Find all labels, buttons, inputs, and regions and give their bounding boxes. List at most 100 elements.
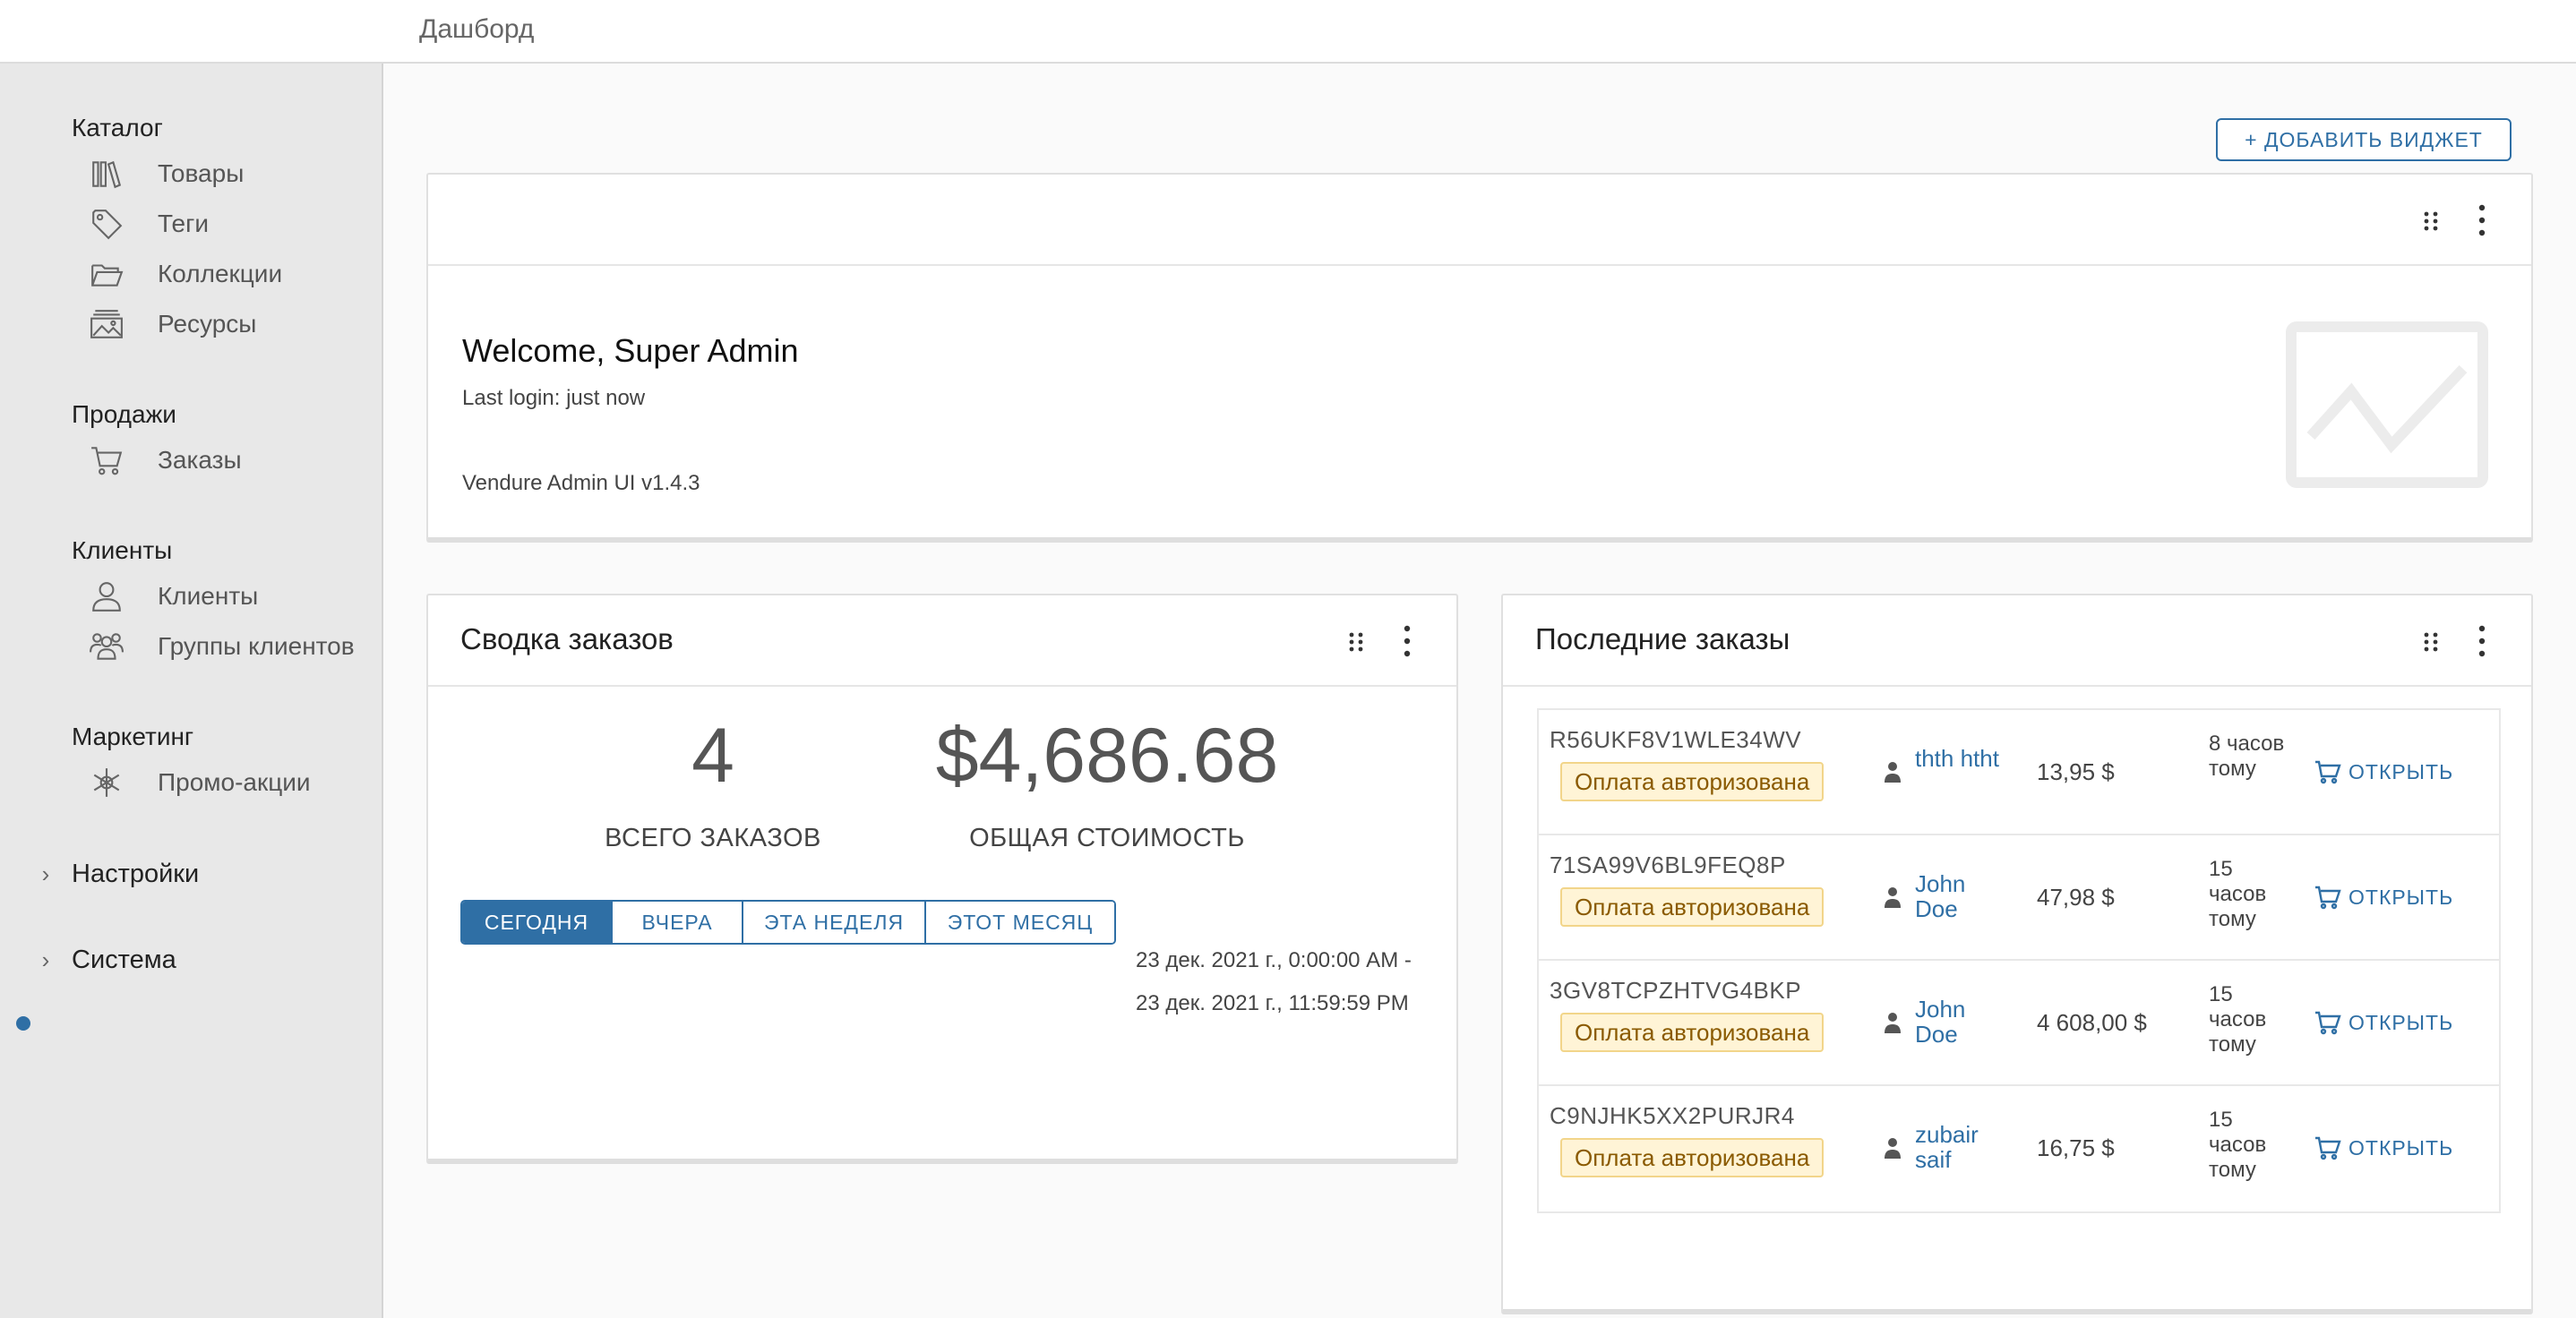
- images-icon: [90, 310, 123, 338]
- folder-open-icon: [91, 264, 124, 287]
- top-bar: Дашборд: [0, 0, 2576, 64]
- open-label: ОТКРЫТЬ: [2348, 1135, 2454, 1160]
- total-value: $4,686.68: [935, 713, 1279, 799]
- drag-handle-icon[interactable]: [2422, 631, 2440, 653]
- tab-yesterday[interactable]: ВЧЕРА: [613, 902, 743, 943]
- app-version: Vendure Admin UI v1.4.3: [462, 471, 700, 495]
- user-icon: [1885, 1013, 1901, 1033]
- welcome-title: Welcome, Super Admin: [462, 332, 799, 369]
- nav-section-sales: Продажи: [72, 400, 176, 428]
- tag-icon: [92, 210, 123, 240]
- user-icon: [1885, 1138, 1901, 1159]
- drag-handle-icon[interactable]: [2422, 210, 2440, 232]
- more-options-icon[interactable]: [2476, 203, 2488, 237]
- sidebar-item-customer-groups[interactable]: Группы клиентов: [90, 624, 355, 669]
- open-order-button[interactable]: ОТКРЫТЬ: [2314, 1133, 2453, 1163]
- shopping-cart-icon: [2315, 1011, 2341, 1035]
- sidebar-item-label: Товары: [158, 159, 245, 187]
- tab-this-month[interactable]: ЭТОТ МЕСЯЦ: [926, 902, 1114, 943]
- shopping-cart-icon: [2315, 760, 2341, 784]
- order-time: 15 часов тому: [2209, 1108, 2267, 1182]
- order-code: C9NJHK5XX2PURJR4: [1550, 1102, 1795, 1129]
- order-time: 15 часов тому: [2209, 982, 2267, 1057]
- tab-today[interactable]: СЕГОДНЯ: [462, 902, 613, 943]
- widget-header: Последние заказы: [1503, 595, 2531, 687]
- customer-link[interactable]: thth htht: [1915, 746, 2005, 771]
- welcome-widget: Welcome, Super Admin Last login: just no…: [426, 173, 2533, 543]
- total-orders-label: ВСЕГО ЗАКАЗОВ: [605, 824, 821, 852]
- sidebar: Каталог Товары Теги Коллекции Ресурсы Пр…: [0, 64, 383, 1318]
- date-range-text: 23 дек. 2021 г., 0:00:00 AM - 23 дек. 20…: [1136, 948, 1412, 1015]
- order-code: R56UKF8V1WLE34WV: [1550, 726, 1802, 753]
- tab-this-week[interactable]: ЭТА НЕДЕЛЯ: [743, 902, 926, 943]
- latest-orders-widget: Последние заказы R56UKF8V1WLE34WV Оплата…: [1501, 594, 2533, 1314]
- open-label: ОТКРЫТЬ: [2348, 759, 2454, 783]
- sidebar-item-promotions[interactable]: Промо-акции: [90, 760, 311, 805]
- library-icon: [92, 160, 122, 189]
- order-time: 8 часов тому: [2209, 732, 2285, 781]
- sidebar-group-settings[interactable]: › Настройки: [36, 852, 200, 896]
- chevron-right-icon: ›: [41, 860, 50, 887]
- user-icon: [1885, 762, 1901, 783]
- total-value-label: ОБЩАЯ СТОИМОСТЬ: [969, 824, 1245, 852]
- add-widget-button[interactable]: + ДОБАВИТЬ ВИДЖЕТ: [2216, 118, 2512, 161]
- nav-section-customers: Клиенты: [72, 536, 173, 564]
- customer-link[interactable]: John Doe: [1915, 871, 2005, 921]
- table-row: R56UKF8V1WLE34WV Оплата авторизована tht…: [1539, 710, 2499, 835]
- table-row: 71SA99V6BL9FEQ8P Оплата авторизована Joh…: [1539, 835, 2499, 961]
- sidebar-item-orders[interactable]: Заказы: [90, 438, 242, 483]
- shopping-cart-icon: [2315, 886, 2341, 910]
- date-range-tabs: СЕГОДНЯ ВЧЕРА ЭТА НЕДЕЛЯ ЭТОТ МЕСЯЦ: [460, 900, 1116, 945]
- order-code: 71SA99V6BL9FEQ8P: [1550, 852, 1786, 878]
- chart-placeholder-icon: [2286, 321, 2488, 488]
- widget-header: [428, 175, 2531, 266]
- sidebar-item-label: Теги: [158, 210, 209, 237]
- more-options-icon[interactable]: [1401, 624, 1413, 658]
- sidebar-item-products[interactable]: Товары: [90, 151, 244, 196]
- chevron-right-icon: ›: [41, 946, 50, 973]
- open-order-button[interactable]: ОТКРЫТЬ: [2314, 882, 2453, 912]
- order-total: 16,75 $: [2037, 1134, 2115, 1161]
- users-icon: [90, 633, 124, 660]
- user-icon: [92, 582, 121, 612]
- sidebar-item-label: Группы клиентов: [158, 632, 355, 660]
- more-options-icon[interactable]: [2476, 624, 2488, 658]
- table-row: 3GV8TCPZHTVG4BKP Оплата авторизована Joh…: [1539, 961, 2499, 1086]
- sidebar-item-customers[interactable]: Клиенты: [90, 574, 258, 619]
- open-label: ОТКРЫТЬ: [2348, 885, 2454, 909]
- open-order-button[interactable]: ОТКРЫТЬ: [2314, 757, 2453, 787]
- nav-section-catalog: Каталог: [72, 114, 163, 141]
- open-order-button[interactable]: ОТКРЫТЬ: [2314, 1007, 2453, 1038]
- sidebar-item-label: Ресурсы: [158, 310, 257, 338]
- widget-title: Сводка заказов: [460, 622, 674, 655]
- status-badge: Оплата авторизована: [1560, 1138, 1825, 1177]
- sidebar-group-label: Настройки: [72, 859, 200, 888]
- shopping-cart-icon: [2315, 1136, 2341, 1160]
- table-row: C9NJHK5XX2PURJR4 Оплата авторизована zub…: [1539, 1086, 2499, 1211]
- sidebar-item-assets[interactable]: Ресурсы: [90, 302, 256, 347]
- status-dot: [16, 1016, 30, 1031]
- drag-handle-icon[interactable]: [1347, 631, 1365, 653]
- sidebar-item-label: Клиенты: [158, 582, 259, 610]
- main-content: + ДОБАВИТЬ ВИДЖЕТ Welcome, Super Admin L…: [385, 65, 2576, 1318]
- breadcrumb[interactable]: Дашборд: [419, 14, 534, 45]
- nav-section-marketing: Маркетинг: [72, 723, 194, 750]
- customer-link[interactable]: zubair saif: [1915, 1122, 2005, 1172]
- status-badge: Оплата авторизована: [1560, 762, 1825, 801]
- customer-link[interactable]: John Doe: [1915, 997, 2005, 1047]
- orders-table: R56UKF8V1WLE34WV Оплата авторизована tht…: [1537, 708, 2501, 1213]
- sidebar-item-tags[interactable]: Теги: [90, 201, 209, 246]
- open-label: ОТКРЫТЬ: [2348, 1010, 2454, 1034]
- sidebar-item-label: Заказы: [158, 446, 242, 474]
- sidebar-item-collections[interactable]: Коллекции: [90, 252, 282, 296]
- order-summary-widget: Сводка заказов 4 ВСЕГО ЗАКАЗОВ $4,686.68…: [426, 594, 1458, 1164]
- user-icon: [1885, 887, 1901, 908]
- order-time: 15 часов тому: [2209, 857, 2267, 931]
- order-total: 13,95 $: [2037, 758, 2115, 785]
- sidebar-group-system[interactable]: › Система: [36, 937, 176, 982]
- widget-header: Сводка заказов: [428, 595, 1456, 687]
- sidebar-item-label: Коллекции: [158, 260, 283, 287]
- order-total: 4 608,00 $: [2037, 1009, 2147, 1036]
- order-total: 47,98 $: [2037, 884, 2115, 911]
- status-badge: Оплата авторизована: [1560, 887, 1825, 927]
